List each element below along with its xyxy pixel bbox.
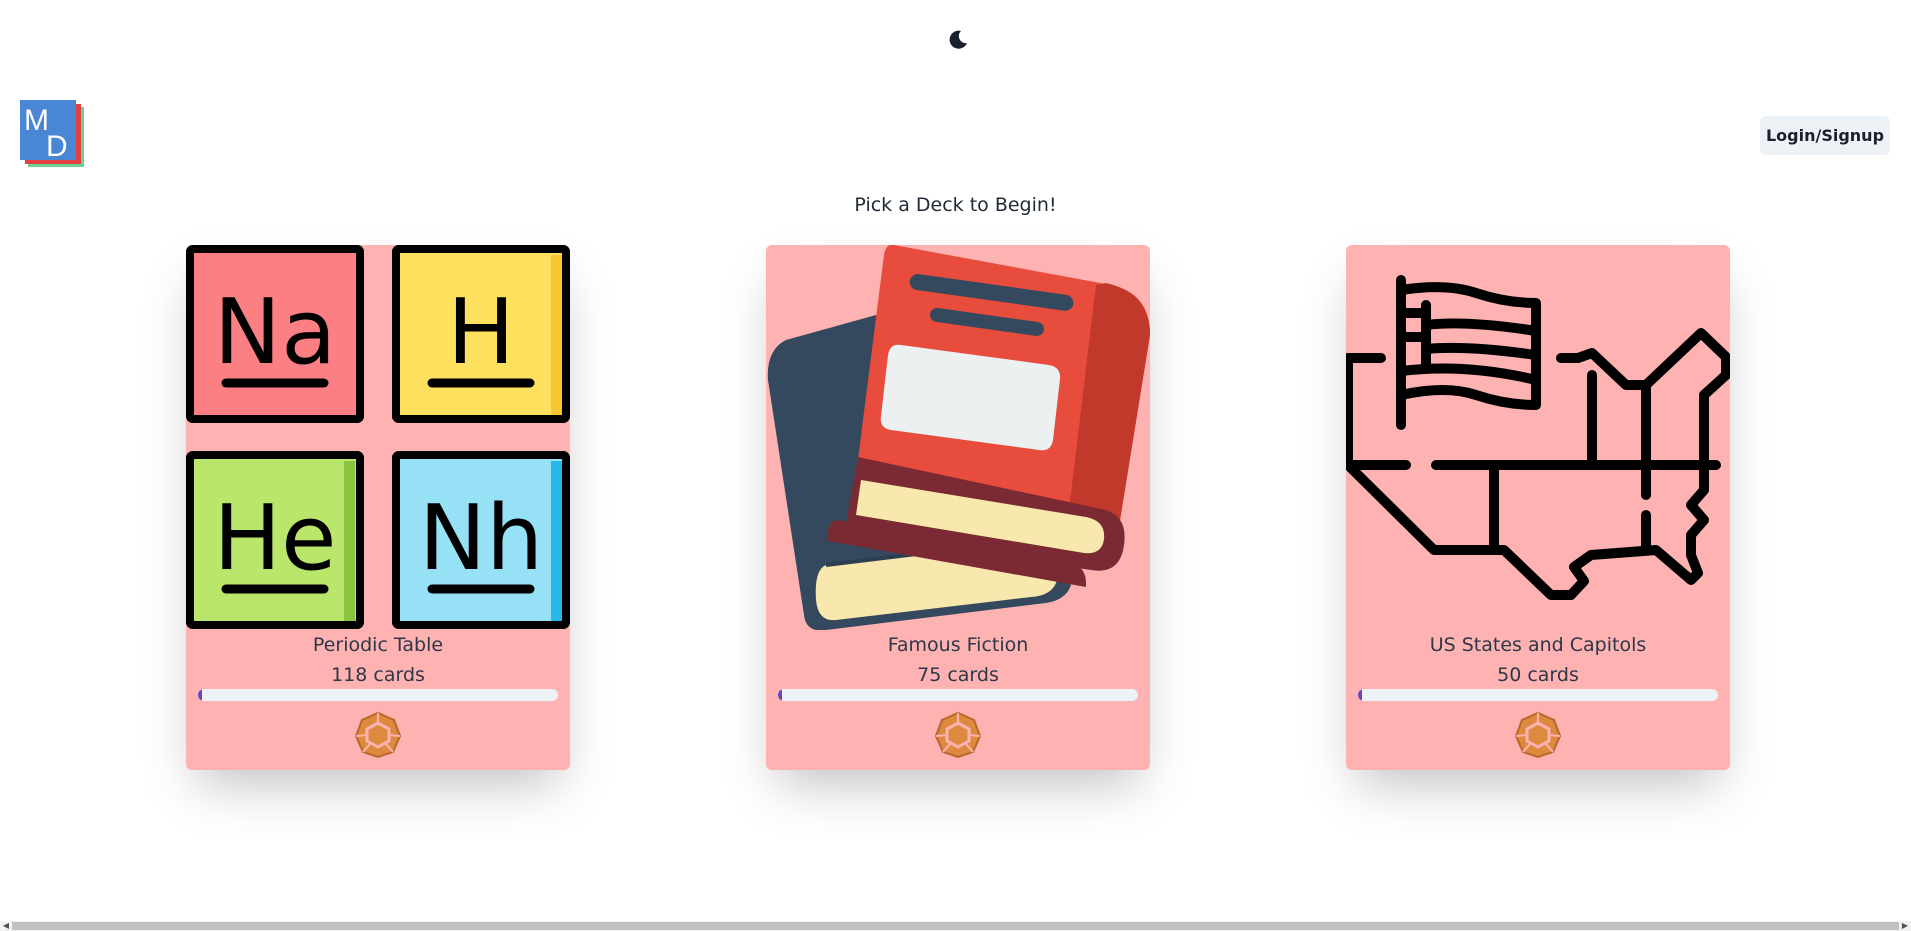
logo[interactable]: M D [20,98,88,172]
scroll-right-arrow-icon[interactable]: ▶ [1899,921,1911,931]
logo-letter-d: D [46,130,68,163]
deck-card-famous-fiction[interactable]: Famous Fiction 75 cards [766,245,1150,770]
deck-title: Periodic Table [312,634,444,656]
deck-title: Famous Fiction [887,634,1029,656]
scroll-left-arrow-icon[interactable]: ◀ [0,921,12,931]
books-icon [767,245,1150,630]
moon-icon[interactable] [946,28,970,52]
deck-progress-fill [778,689,782,701]
deck-progress-bar [198,689,558,701]
us-map-flag-icon [1346,275,1730,600]
element-na: Na [214,280,336,385]
deck-title: US States and Capitols [1429,634,1647,656]
periodic-table-icon: Na H He Nh [186,245,570,629]
deck-progress-bar [778,689,1138,701]
gem-badge-icon [1514,711,1562,759]
element-h: H [447,280,515,385]
deck-progress-bar [1358,689,1718,701]
gem-badge-icon [354,711,402,759]
login-signup-button[interactable]: Login/Signup [1760,116,1890,155]
deck-card-count: 118 cards [331,664,425,686]
deck-card-count: 75 cards [917,664,999,686]
deck-card-count: 50 cards [1497,664,1579,686]
scrollbar-thumb[interactable] [12,922,1899,930]
element-nh: Nh [419,486,543,591]
deck-progress-fill [198,689,202,701]
element-he: He [213,486,336,591]
deck-progress-fill [1358,689,1362,701]
deck-card-periodic-table[interactable]: Na H He Nh Periodic Table 118 cards [186,245,570,770]
deck-card-us-states[interactable]: US States and Capitols 50 cards [1346,245,1730,770]
page-heading: Pick a Deck to Begin! [854,194,1057,216]
horizontal-scrollbar[interactable]: ◀ ▶ [0,921,1911,931]
gem-badge-icon [934,711,982,759]
